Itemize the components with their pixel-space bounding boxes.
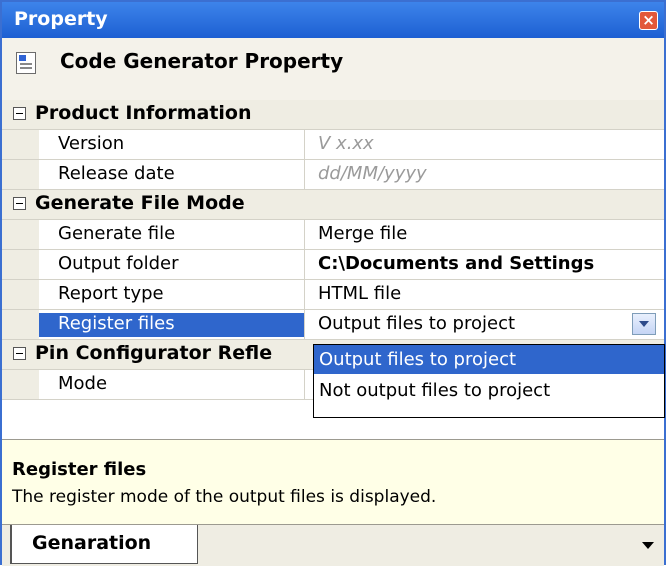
- property-value: dd/MM/yyyy: [318, 163, 427, 184]
- property-value: V x.xx: [318, 133, 374, 154]
- tab-bar: Genaration: [2, 524, 664, 566]
- description-text: The register mode of the output files is…: [12, 487, 437, 507]
- property-value[interactable]: HTML file: [318, 283, 401, 304]
- collapse-toggle-icon[interactable]: [13, 347, 26, 360]
- property-row-register-files[interactable]: Register files Output files to project: [2, 310, 664, 340]
- category-label: Pin Configurator Refle: [35, 342, 273, 364]
- property-value[interactable]: C:\Documents and Settings: [318, 253, 594, 274]
- dropdown-option[interactable]: Not output files to project: [314, 376, 664, 405]
- collapse-toggle-icon[interactable]: [13, 107, 26, 120]
- property-row-release-date[interactable]: Release date dd/MM/yyyy: [2, 160, 664, 190]
- tab-label: Genaration: [32, 532, 152, 554]
- category-label: Product Information: [35, 102, 252, 124]
- panel-header: Code Generator Property: [2, 38, 664, 101]
- property-value[interactable]: Merge file: [318, 223, 407, 244]
- category-label: Generate File Mode: [35, 192, 245, 214]
- code-generator-icon: [16, 52, 36, 74]
- window-title: Property: [14, 8, 108, 30]
- close-icon[interactable]: ×: [639, 11, 658, 30]
- register-files-dropdown-list: Output files to project Not output files…: [313, 344, 665, 418]
- description-panel: Register files The register mode of the …: [2, 439, 664, 525]
- property-key: Generate file: [58, 223, 176, 244]
- property-key: Report type: [58, 283, 164, 304]
- register-files-select[interactable]: Output files to project: [318, 313, 515, 334]
- tab-genaration[interactable]: Genaration: [10, 525, 198, 564]
- tab-menu-chevron-down-icon[interactable]: [642, 542, 654, 549]
- property-key: Release date: [58, 163, 175, 184]
- description-title: Register files: [12, 459, 147, 480]
- property-window: Property × Code Generator Property Produ…: [0, 0, 666, 566]
- property-row-generate-file[interactable]: Generate file Merge file: [2, 220, 664, 250]
- property-row-report-type[interactable]: Report type HTML file: [2, 280, 664, 310]
- category-generate-file-mode[interactable]: Generate File Mode: [2, 190, 664, 220]
- property-key: Mode: [58, 373, 108, 394]
- panel-header-label: Code Generator Property: [60, 49, 344, 73]
- title-bar[interactable]: Property ×: [2, 2, 664, 38]
- collapse-toggle-icon[interactable]: [13, 197, 26, 210]
- property-key: Output folder: [58, 253, 179, 274]
- property-row-output-folder[interactable]: Output folder C:\Documents and Settings: [2, 250, 664, 280]
- chevron-down-icon[interactable]: [632, 313, 656, 335]
- property-key: Version: [58, 133, 125, 154]
- category-product-information[interactable]: Product Information: [2, 100, 664, 130]
- property-key: Register files: [39, 313, 304, 337]
- dropdown-option[interactable]: Output files to project: [314, 345, 664, 374]
- property-row-version[interactable]: Version V x.xx: [2, 130, 664, 160]
